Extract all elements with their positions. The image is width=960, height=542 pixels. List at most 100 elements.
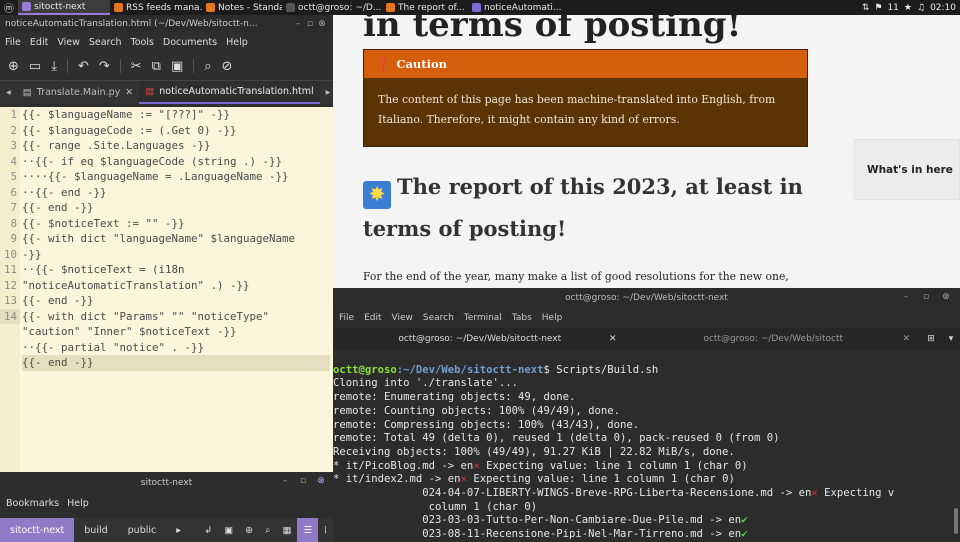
menu-edit[interactable]: Edit [364, 313, 381, 323]
list-view-icon[interactable]: ☰ [297, 518, 318, 542]
menu-help[interactable]: Help [226, 37, 248, 48]
minimize-icon[interactable]: – [900, 292, 912, 302]
code-line[interactable]: {{- end -}} [22, 355, 330, 371]
menu-tools[interactable]: Tools [131, 37, 154, 48]
tab-notice-automatic-translation[interactable]: ▤ noticeAutomaticTranslation.html [139, 81, 320, 104]
menu-help[interactable]: Help [67, 498, 89, 509]
breadcrumb-build[interactable]: build [74, 518, 117, 542]
terminal-titlebar[interactable]: octt@groso: ~/Dev/Web/sitoctt-next – ▫ ⊗ [333, 288, 960, 308]
terminal-tab-sitoctt-next[interactable]: octt@groso: ~/Dev/Web/sitoctt-next ✕ [333, 328, 627, 350]
copy-icon[interactable]: ⧉ [152, 59, 161, 74]
code-line[interactable]: {{- $languageCode := (.Get 0) -}} [22, 123, 330, 139]
menu-search[interactable]: Search [423, 313, 454, 323]
cut-icon[interactable]: ✂ [131, 59, 142, 74]
flag-icon[interactable]: ⚑ [874, 3, 882, 13]
compact-view-icon[interactable]: ⁞ [318, 518, 333, 542]
open-folder-icon[interactable]: ▭ [29, 59, 41, 74]
code-lines[interactable]: {{- $languageName := "[???]" -}} {{- $lan… [22, 107, 330, 371]
code-line[interactable]: {{- with dict "languageName" $languageNa… [22, 231, 330, 247]
terminal-output[interactable]: octt@groso:~/Dev/Web/sitoctt-next$ Scrip… [333, 350, 960, 542]
menu-file[interactable]: File [5, 37, 21, 48]
new-folder-icon[interactable]: ⊕ [239, 518, 259, 542]
tab-menu-chevron-down-icon[interactable]: ▾ [942, 334, 960, 344]
code-line[interactable]: {{- with dict "Params" "" "noticeType" [22, 309, 330, 325]
code-editor[interactable]: 1 2 3 4 5 6 7 8 9 10 11 12 13 14 {{- $languageName :=… [0, 107, 333, 472]
code-line[interactable]: ··{{- end -}} [22, 185, 330, 201]
prompt-command: $ Scripts/Build.sh [543, 363, 659, 376]
code-line[interactable]: {{- end -}} [22, 293, 330, 309]
code-line[interactable]: ··{{- $noticeText = (i18n [22, 262, 330, 278]
taskbar-task-0[interactable]: sitoctt-next [18, 0, 110, 15]
maximize-icon[interactable]: ▫ [297, 476, 309, 486]
code-line[interactable]: {{- range .Site.Languages -}} [22, 138, 330, 154]
close-icon[interactable]: ⊗ [940, 292, 952, 302]
notification-count[interactable]: 11 [887, 3, 898, 13]
save-icon[interactable]: ⤓ [51, 59, 57, 74]
menu-bookmarks[interactable]: Bookmarks [6, 498, 59, 509]
menu-launcher-icon[interactable]: ⓜ [0, 0, 18, 15]
clock[interactable]: 02:10 [930, 3, 956, 13]
translation-error: Expecting value: line 1 column 1 (char 0… [479, 459, 748, 472]
code-line[interactable]: ··{{- partial "notice" . -}} [22, 340, 330, 356]
redo-icon[interactable]: ↷ [99, 59, 110, 74]
menu-help[interactable]: Help [542, 313, 563, 323]
translation-file: 024-04-07-LIBERTY-WINGS-Breve-RPG-Libert… [333, 487, 812, 500]
terminal-tab-sitoctt[interactable]: octt@groso: ~/Dev/Web/sitoctt ✕ [627, 328, 921, 350]
code-line[interactable]: {{- $noticeText := "" -}} [22, 216, 330, 232]
jump-icon[interactable]: ↲ [198, 518, 218, 542]
menu-edit[interactable]: Edit [30, 37, 48, 48]
taskbar-task-3[interactable]: octt@groso: ~/D... [282, 0, 382, 15]
file-manager-titlebar[interactable]: sitoctt-next – ▫ ⊗ [0, 472, 333, 494]
taskbar-task-4[interactable]: The report of... [382, 0, 468, 15]
music-icon[interactable]: ♫ [917, 3, 925, 13]
close-icon[interactable]: ⊗ [315, 476, 327, 486]
code-line[interactable]: -}} [22, 247, 330, 263]
menu-search[interactable]: Search [89, 37, 122, 48]
terminal-scrollbar[interactable] [954, 508, 958, 534]
menu-file[interactable]: File [339, 313, 354, 323]
breadcrumb-public[interactable]: public [118, 518, 167, 542]
paste-icon[interactable]: ▣ [171, 59, 183, 74]
replace-icon[interactable]: ⊘ [222, 59, 233, 74]
code-line[interactable]: {{- $languageName := "[???]" -}} [22, 107, 330, 123]
minimize-icon[interactable]: – [279, 476, 291, 486]
breadcrumb-sitoctt-next[interactable]: sitoctt-next [0, 518, 75, 542]
maximize-icon[interactable]: ▫ [304, 19, 316, 29]
warning-icon: ❗ [376, 57, 391, 71]
tab-close-icon[interactable]: ✕ [125, 87, 133, 98]
star-icon[interactable]: ★ [904, 3, 912, 13]
terminal-icon[interactable]: ▣ [218, 518, 239, 542]
search-icon[interactable]: ⌕ [204, 59, 211, 74]
table-of-contents-title[interactable]: What's in here [854, 139, 960, 200]
editor-titlebar[interactable]: noticeAutomaticTranslation.html (~/Dev/W… [0, 15, 333, 32]
search-icon[interactable]: ⌕ [259, 518, 276, 542]
menu-view[interactable]: View [57, 37, 80, 48]
close-icon[interactable]: ⊗ [316, 19, 328, 29]
tab-label: octt@groso: ~/Dev/Web/sitoctt [703, 334, 844, 344]
new-tab-icon[interactable]: ⊞ [920, 334, 942, 344]
tab-translate-main[interactable]: ▤ Translate.Main.py ✕ [17, 81, 139, 104]
grid-view-icon[interactable]: ▦ [276, 518, 297, 542]
new-file-icon[interactable]: ⊕ [8, 59, 19, 74]
code-line[interactable]: ····{{- $languageName = .LanguageName -}… [22, 169, 330, 185]
menu-terminal[interactable]: Terminal [464, 313, 502, 323]
menu-documents[interactable]: Documents [163, 37, 217, 48]
taskbar-task-5[interactable]: noticeAutomati... [468, 0, 564, 15]
network-icon[interactable]: ⇅ [862, 3, 870, 13]
taskbar-task-2[interactable]: Notes - Standard... [202, 0, 282, 15]
menu-view[interactable]: View [392, 313, 413, 323]
code-line[interactable]: "noticeAutomaticTranslation" .) -}} [22, 278, 330, 294]
tab-close-icon[interactable]: ✕ [609, 334, 617, 344]
taskbar-task-1[interactable]: RSS feeds mana... [110, 0, 202, 15]
tab-scroll-left-icon[interactable]: ◂ [0, 81, 17, 104]
undo-icon[interactable]: ↶ [78, 59, 89, 74]
breadcrumb-more-icon[interactable]: ▸ [166, 518, 191, 542]
code-line[interactable]: "caution" "Inner" $noticeText -}} [22, 324, 330, 340]
code-line[interactable]: {{- end -}} [22, 200, 330, 216]
menu-tabs[interactable]: Tabs [512, 313, 532, 323]
maximize-icon[interactable]: ▫ [920, 292, 932, 302]
terminal-line: remote: Compressing objects: 100% (43/43… [333, 418, 640, 431]
minimize-icon[interactable]: – [292, 19, 304, 29]
tab-close-icon[interactable]: ✕ [902, 334, 910, 344]
code-line[interactable]: ··{{- if eq $languageCode (string .) -}} [22, 154, 330, 170]
